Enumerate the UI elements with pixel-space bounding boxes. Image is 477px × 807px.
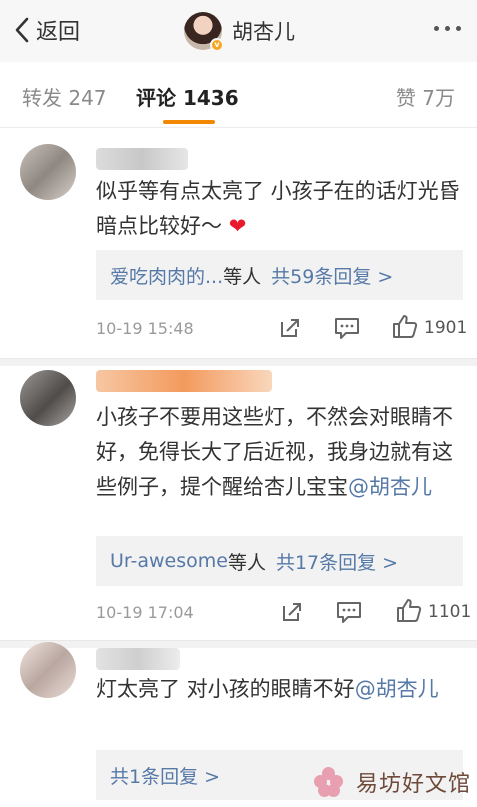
like-count: 1901 [424, 318, 468, 338]
reply-users-suffix: 等人 [227, 551, 266, 574]
comment-item: 似乎等有点太亮了 小孩子在的话灯光昏暗点比较好～ ❤ 爱吃肉肉的... 等人 共… [0, 128, 477, 358]
comment-icon[interactable] [334, 316, 360, 340]
share-icon[interactable] [278, 316, 302, 340]
commenter-name-blurred[interactable] [96, 148, 188, 170]
watermark-text: 易坊好文馆 [356, 771, 472, 797]
reply-count-link[interactable]: 共17条回复 > [276, 548, 398, 575]
mention-link[interactable]: @胡杏儿 [348, 475, 432, 499]
share-icon[interactable] [280, 600, 304, 624]
commenter-name-blurred[interactable] [96, 370, 272, 392]
reply-users-suffix: 等人 [223, 265, 262, 288]
profile-header[interactable]: v 胡杏儿 [184, 12, 295, 52]
divider [0, 358, 477, 366]
thumbs-up-icon[interactable] [392, 313, 418, 339]
tab-comments[interactable]: 评论 1436 [136, 82, 239, 111]
top-nav-bar: 返回 v 胡杏儿 [0, 0, 477, 62]
comment-text: 小孩子不要用这些灯，不然会对眼睛不好，免得长大了后近视，我身边就有这些例子，提个… [96, 405, 453, 499]
back-button[interactable]: 返回 [14, 14, 80, 46]
flower-icon [314, 766, 344, 797]
heart-icon: ❤ [228, 214, 247, 238]
comment-timestamp: 10-19 15:48 [96, 319, 194, 338]
verified-badge-icon: v [210, 38, 224, 52]
divider [0, 640, 477, 648]
comment-timestamp: 10-19 17:04 [96, 603, 194, 622]
profile-name: 胡杏儿 [232, 20, 295, 44]
comment-item: 小孩子不要用这些灯，不然会对眼睛不好，免得长大了后近视，我身边就有这些例子，提个… [0, 366, 477, 646]
watermark-logo: 易坊好文馆 [304, 756, 477, 807]
commenter-avatar[interactable] [20, 642, 76, 698]
commenter-avatar[interactable] [20, 370, 76, 426]
like-count: 1101 [428, 602, 472, 622]
thumbs-up-icon[interactable] [396, 597, 422, 623]
active-tab-indicator [163, 120, 215, 124]
back-label: 返回 [36, 20, 81, 45]
reply-count-link[interactable]: 共59条回复 > [271, 262, 393, 289]
more-dots-icon[interactable] [434, 26, 461, 31]
comment-text: 似乎等有点太亮了 小孩子在的话灯光昏暗点比较好～ ❤ [96, 179, 460, 238]
chevron-left-icon [15, 17, 29, 43]
tab-repost[interactable]: 转发 247 [22, 82, 107, 111]
comment-text: 灯太亮了 对小孩的眼睛不好@胡杏儿 [96, 677, 439, 701]
avatar[interactable]: v [184, 12, 224, 52]
mention-link[interactable]: @胡杏儿 [355, 677, 439, 701]
reply-summary[interactable]: 爱吃肉肉的... 等人 共59条回复 > [96, 250, 463, 300]
reply-count-link[interactable]: 共1条回复 > [110, 762, 220, 789]
commenter-avatar[interactable] [20, 144, 76, 200]
reply-users[interactable]: 爱吃肉肉的... [110, 262, 223, 289]
comment-icon[interactable] [336, 600, 362, 624]
tab-bar: 转发 247 评论 1436 赞 7万 [0, 62, 477, 128]
reply-users[interactable]: Ur-awesome [110, 550, 228, 572]
tab-likes[interactable]: 赞 7万 [396, 82, 455, 111]
commenter-name-blurred[interactable] [96, 648, 180, 670]
reply-summary[interactable]: Ur-awesome 等人 共17条回复 > [96, 536, 463, 586]
